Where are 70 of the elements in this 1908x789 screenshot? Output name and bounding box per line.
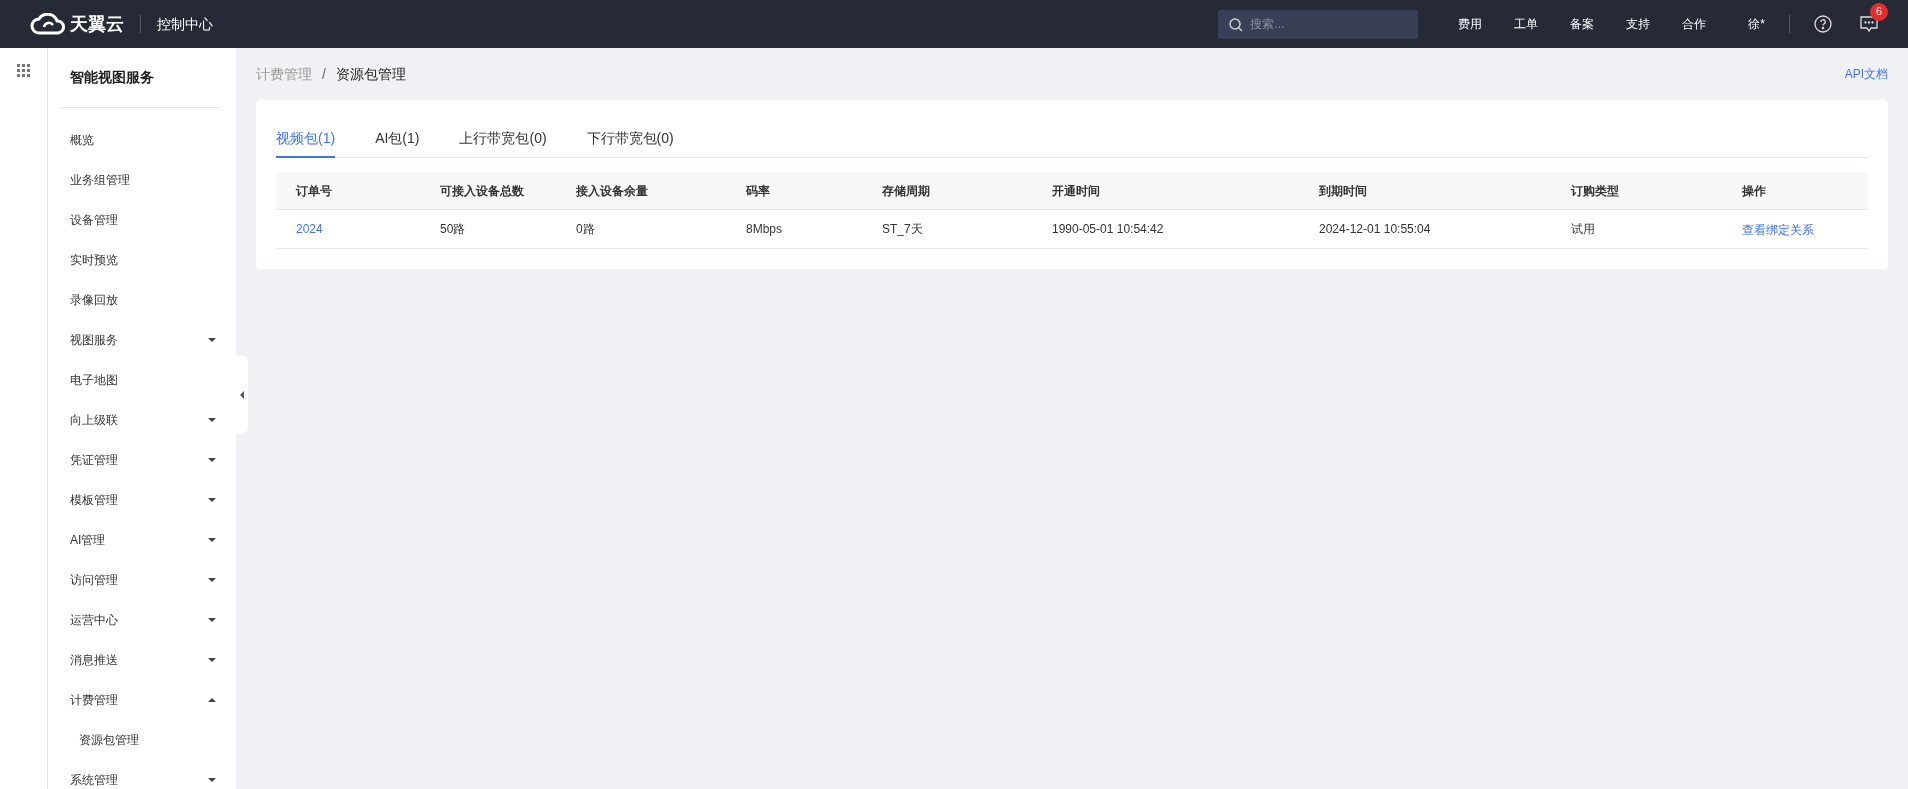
nav-link[interactable]: 备案 xyxy=(1570,15,1595,33)
search-icon xyxy=(1229,17,1244,32)
table-cell-text: 0路 xyxy=(575,221,596,238)
column-header: 码率 xyxy=(745,182,771,200)
sidebar-item[interactable]: 概览 xyxy=(48,120,236,160)
collapse-handle[interactable] xyxy=(236,356,248,434)
nav-link[interactable]: 费用 xyxy=(1458,15,1483,33)
caret-down-icon xyxy=(208,578,216,582)
nav-link[interactable]: 合作 xyxy=(1682,15,1707,33)
caret-down-icon xyxy=(208,538,216,542)
table-cell-text: 1990-05-01 10:54:42 xyxy=(1051,221,1165,238)
sidebar-item[interactable]: 模板管理 xyxy=(48,480,236,520)
column-header: 存储周期 xyxy=(881,182,931,200)
table-cell-text: 50路 xyxy=(439,221,467,238)
view-bindings-link[interactable]: 查看绑定关系 xyxy=(1742,223,1814,237)
sidebar-item[interactable]: 实时预览 xyxy=(48,240,236,280)
sidebar-item[interactable]: 业务组管理 xyxy=(48,160,236,200)
message-icon[interactable] xyxy=(1860,15,1878,33)
sidebar-subitem[interactable]: 资源包管理 xyxy=(48,720,236,760)
user-name[interactable]: 徐* xyxy=(1748,15,1765,33)
table-cell-text: 试用 xyxy=(1570,221,1596,238)
caret-down-icon xyxy=(208,778,216,782)
breadcrumb-separator: / xyxy=(322,64,326,84)
column-header: 订单号 xyxy=(294,182,333,200)
sidebar-item[interactable]: 设备管理 xyxy=(48,200,236,240)
column-header: 开通时间 xyxy=(1051,182,1101,200)
order-link[interactable]: 2024 xyxy=(276,220,420,238)
caret-down-icon xyxy=(208,658,216,662)
caret-down-icon xyxy=(208,618,216,622)
nav-link[interactable]: 工单 xyxy=(1514,15,1539,33)
sidebar-item[interactable]: 向上级联 xyxy=(48,400,236,440)
help-icon[interactable] xyxy=(1814,15,1832,33)
column-header: 操作 xyxy=(1741,182,1767,200)
sidebar-item[interactable]: 录像回放 xyxy=(48,280,236,320)
table-cell-text: ST_7天 xyxy=(881,221,924,238)
column-header: 接入设备余量 xyxy=(575,182,649,200)
tab[interactable]: 上行带宽包(0) xyxy=(459,120,547,158)
console-title: 控制中心 xyxy=(157,14,213,34)
caret-down-icon xyxy=(208,418,216,422)
sidebar-item[interactable]: 视图服务 xyxy=(48,320,236,360)
caret-down-icon xyxy=(208,498,216,502)
column-header: 订购类型 xyxy=(1569,182,1620,200)
sidebar-item[interactable]: 计费管理 xyxy=(48,680,236,720)
sidebar-item[interactable]: 凭证管理 xyxy=(48,440,236,480)
table-cell-text: 2024-12-01 10:55:04 xyxy=(1318,221,1432,238)
breadcrumb-item: 资源包管理 xyxy=(335,64,406,84)
api-docs-link[interactable]: API文档 xyxy=(1844,65,1888,83)
sidebar-item[interactable]: 电子地图 xyxy=(48,360,236,400)
tab[interactable]: 视频包(1) xyxy=(276,120,336,158)
caret-left-icon xyxy=(240,391,244,399)
tab[interactable]: 下行带宽包(0) xyxy=(586,120,674,158)
sidebar-item[interactable]: 消息推送 xyxy=(48,640,236,680)
column-header: 可接入设备总数 xyxy=(439,182,525,200)
sidebar-title: 智能视图服务 xyxy=(70,68,154,87)
grid-icon[interactable] xyxy=(16,64,31,78)
sidebar-item[interactable]: AI管理 xyxy=(48,520,236,560)
sidebar-item[interactable]: 运营中心 xyxy=(48,600,236,640)
search-field[interactable]: 搜索... xyxy=(1218,9,1419,39)
table-cell-text: 8Mbps xyxy=(745,221,784,238)
caret-down-icon xyxy=(208,338,216,342)
sidebar-item[interactable]: 系统管理 xyxy=(48,760,236,789)
notification-badge: 6 xyxy=(1870,2,1888,21)
tab[interactable]: AI包(1) xyxy=(375,120,420,158)
cloud-logo-icon xyxy=(30,13,66,35)
sidebar-item[interactable]: 访问管理 xyxy=(48,560,236,600)
brand-name: 天翼云 xyxy=(70,12,124,36)
column-header: 到期时间 xyxy=(1318,182,1368,200)
caret-down-icon xyxy=(208,458,216,462)
nav-link[interactable]: 支持 xyxy=(1626,15,1651,33)
caret-up-icon xyxy=(208,698,216,702)
